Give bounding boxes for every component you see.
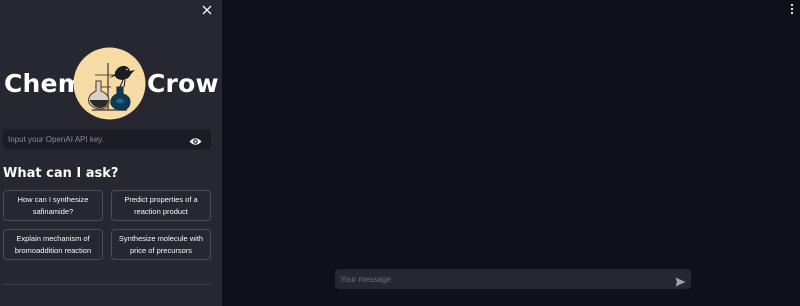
chemcrow-logo: Chem Crow <box>0 45 222 121</box>
close-sidebar-button[interactable] <box>200 3 214 17</box>
app: Chem Crow What can I ask? How can I synt… <box>0 0 800 306</box>
ask-heading: What can I ask? <box>3 166 119 181</box>
api-key-input[interactable] <box>3 129 183 150</box>
chat-input-field <box>335 269 691 289</box>
logo-word-crow: Crow <box>147 69 219 98</box>
api-key-field <box>3 129 211 150</box>
suggestion-label: How can I synthesize safinamide? <box>17 194 89 216</box>
more-vertical-icon <box>790 3 794 18</box>
chemcrow-emblem-icon <box>73 47 146 120</box>
suggestion-button-synthesize-safinamide[interactable]: How can I synthesize safinamide? <box>3 190 103 221</box>
main-menu-button[interactable] <box>788 3 796 17</box>
sidebar-divider <box>3 284 211 285</box>
suggestion-label: Explain mechanism of bromoaddition react… <box>14 233 92 255</box>
send-icon[interactable] <box>675 274 686 287</box>
suggestion-button-explain-mechanism[interactable]: Explain mechanism of bromoaddition react… <box>3 229 103 260</box>
sidebar: Chem Crow What can I ask? How can I synt… <box>0 0 222 306</box>
suggestion-button-predict-properties[interactable]: Predict properties of a reaction product <box>111 190 211 221</box>
suggestion-label: Synthesize molecule with price of precur… <box>118 233 204 255</box>
suggestion-label: Predict properties of a reaction product <box>124 194 198 216</box>
chat-message-input[interactable] <box>335 269 665 289</box>
close-icon <box>202 2 212 18</box>
suggestion-button-synthesize-molecule[interactable]: Synthesize molecule with price of precur… <box>111 229 211 260</box>
logo-word-chem: Chem <box>4 69 84 98</box>
eye-icon[interactable] <box>189 134 202 145</box>
